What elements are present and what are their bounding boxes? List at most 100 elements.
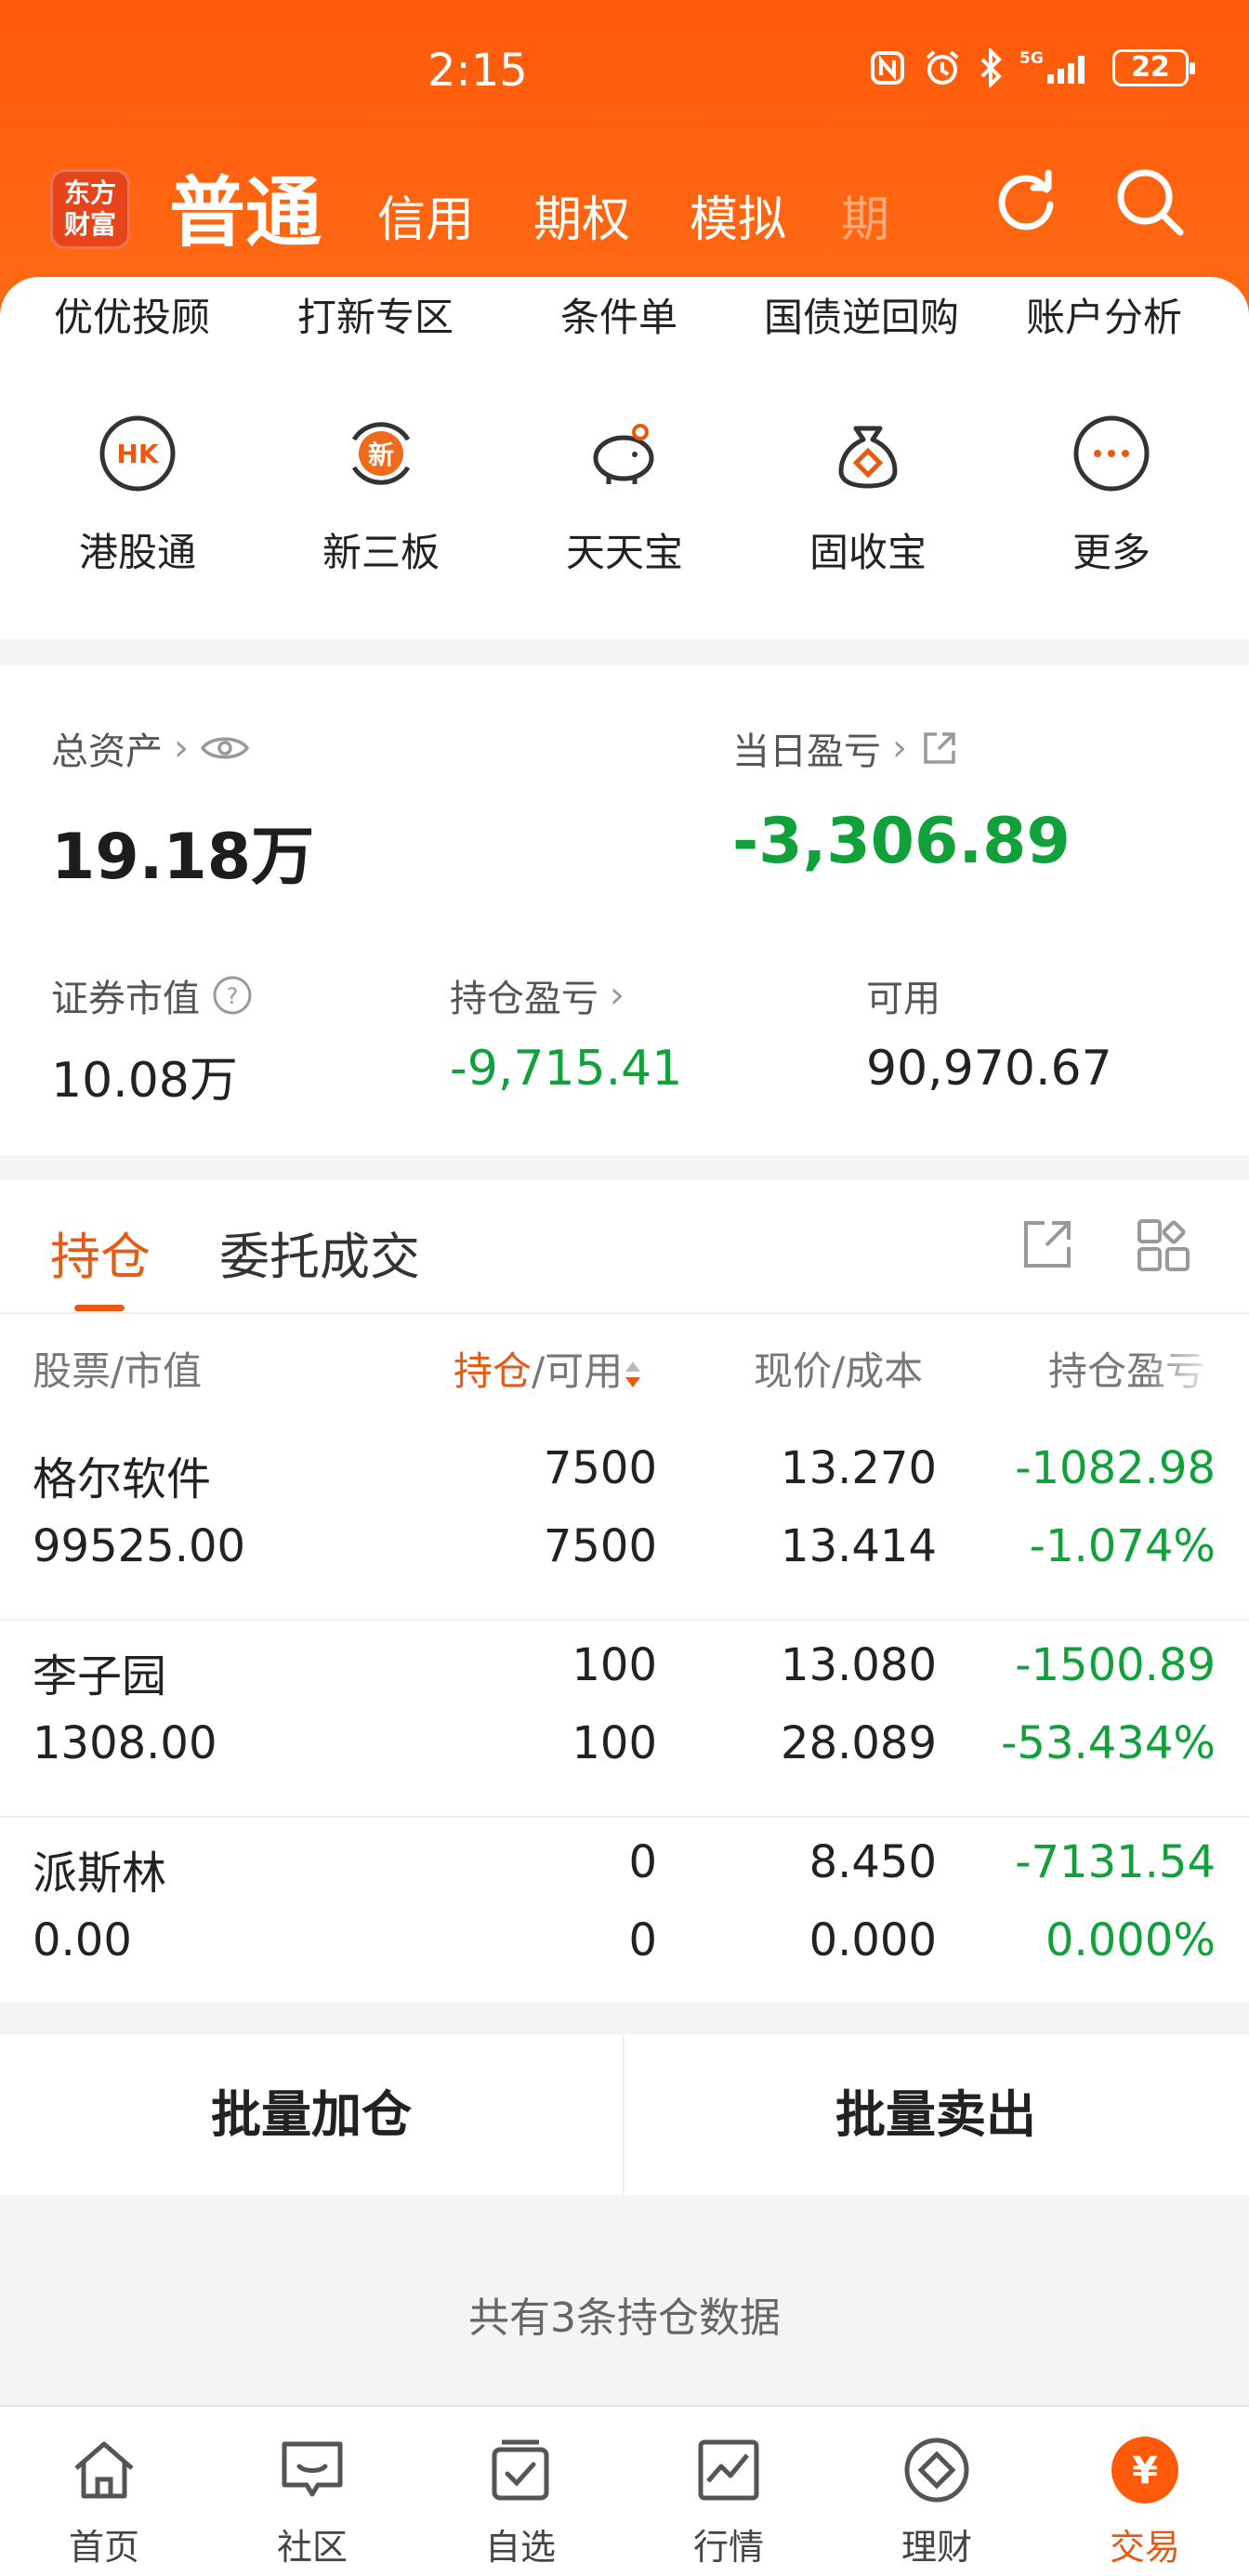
position-pl-percent: 0.000%	[1045, 1914, 1216, 1966]
market-icon	[698, 2439, 759, 2501]
svg-text:¥: ¥	[1132, 2450, 1158, 2492]
position-pl-value: -9,715.41	[450, 1041, 683, 1097]
status-time: 2:15	[427, 45, 528, 97]
stock-market-value: 0.00	[33, 1914, 132, 1966]
nav-trade[interactable]: ¥ 交易	[1041, 2433, 1249, 2569]
app-logo: 东方 财富	[50, 169, 130, 249]
cost-price: 0.000	[809, 1914, 937, 1966]
tab-futures[interactable]: 期	[841, 180, 889, 250]
tab-simulated[interactable]: 模拟	[690, 180, 786, 250]
money-bag-icon	[838, 426, 898, 489]
menu-item-account-analysis[interactable]: 账户分析	[1026, 286, 1182, 343]
new-board-icon: 新	[351, 422, 411, 485]
column-holding-sort[interactable]: 持仓/可用	[454, 1340, 643, 1397]
tab-positions[interactable]: 持仓	[50, 1216, 151, 1289]
table-row[interactable]: 格尔软件 99525.00 7500 7500 13.270 13.414 -1…	[0, 1424, 1249, 1621]
refresh-icon[interactable]	[989, 164, 1063, 238]
svg-text:5G: 5G	[1019, 49, 1044, 68]
stock-name: 李子园	[33, 1650, 167, 1702]
batch-actions: 批量加仓 批量卖出	[0, 2035, 1249, 2195]
holding-qty: 100	[572, 1639, 657, 1691]
position-pl-percent: -1.074%	[1029, 1520, 1216, 1572]
securities-value: 10.08万	[51, 1053, 238, 1109]
external-link-icon[interactable]	[918, 727, 961, 769]
menu-item-reverse-repo[interactable]: 国债逆回购	[764, 286, 959, 343]
alarm-icon	[926, 50, 959, 85]
available-value: 90,970.67	[866, 1041, 1112, 1097]
menu-item-new-third-board[interactable]: 新 新三板	[279, 412, 483, 578]
menu-item-hk-connect[interactable]: HK 港股通	[35, 412, 240, 578]
nav-market[interactable]: 行情	[624, 2433, 833, 2569]
position-pl-percent: -53.434%	[1001, 1717, 1216, 1769]
tab-normal[interactable]: 普通	[169, 151, 322, 261]
nfc-icon	[871, 51, 904, 85]
eye-icon[interactable]	[200, 732, 250, 764]
signal-5g-icon: 5G	[1019, 49, 1085, 84]
available-qty: 100	[572, 1717, 657, 1769]
menu-item-more[interactable]: 更多	[1009, 412, 1214, 578]
table-row[interactable]: 李子园 1308.00 100 100 13.080 28.089 -1500.…	[0, 1621, 1249, 1818]
icon-menu-row: HK 港股通 新 新三板 天天宝 固收宝 更多	[0, 412, 1249, 598]
position-pl: -1500.89	[1015, 1639, 1216, 1691]
nav-wealth[interactable]: 理财	[833, 2433, 1041, 2569]
positions-count-text: 共有3条持仓数据	[468, 2294, 781, 2342]
share-icon[interactable]	[1020, 1217, 1074, 1271]
trade-icon: ¥	[1111, 2437, 1178, 2504]
total-assets-value: 19.18万	[51, 821, 315, 894]
batch-add-button[interactable]: 批量加仓	[0, 2035, 623, 2195]
bluetooth-icon	[980, 48, 1002, 87]
daily-pl-label[interactable]: 当日盈亏 ›	[732, 721, 961, 775]
table-row[interactable]: 派斯林 0.00 0 0 8.450 0.000 -7131.54 0.000%	[0, 1818, 1249, 2015]
menu-item-advisor[interactable]: 优优投顾	[54, 286, 210, 343]
svg-text:HK: HK	[116, 439, 159, 469]
tab-orders[interactable]: 委托成交	[219, 1216, 420, 1289]
quick-menu-card: 优优投顾 打新专区 条件单 国债逆回购 账户分析 HK 港股通 新 新三板 天天…	[0, 277, 1249, 639]
svg-text:新: 新	[368, 440, 394, 470]
current-price: 8.450	[809, 1836, 937, 1888]
total-assets-label[interactable]: 总资产 ›	[51, 721, 250, 775]
piggy-bank-icon	[593, 424, 654, 484]
menu-item-ipo[interactable]: 打新专区	[297, 286, 454, 343]
status-icons: 5G 22	[869, 48, 1195, 87]
community-icon	[282, 2441, 343, 2497]
position-pl-label[interactable]: 持仓盈亏 ›	[450, 968, 624, 1022]
account-tabs-row: 东方 财富 普通 信用 期权 模拟 期	[0, 149, 1249, 269]
batch-sell-button[interactable]: 批量卖出	[624, 2035, 1247, 2195]
securities-value-label[interactable]: 证券市值 ?	[51, 968, 254, 1022]
status-bar: 2:15 5G 22	[0, 0, 1249, 139]
menu-item-gushoubao[interactable]: 固收宝	[766, 412, 970, 578]
nav-home[interactable]: 首页	[0, 2433, 208, 2569]
stock-market-value: 99525.00	[33, 1520, 246, 1572]
cost-price: 28.089	[781, 1717, 937, 1769]
position-pl: -1082.98	[1015, 1442, 1216, 1494]
asset-summary: 总资产 › 19.18万 当日盈亏 › -3,306.89 证券市值 ? 10.…	[0, 665, 1249, 1155]
available-qty: 0	[628, 1914, 657, 1966]
available-label: 可用	[866, 978, 940, 1020]
cost-price: 13.414	[781, 1520, 937, 1572]
current-price: 13.080	[781, 1639, 937, 1691]
menu-item-tiantianbao[interactable]: 天天宝	[522, 412, 727, 578]
divider	[0, 1312, 1249, 1314]
tab-options[interactable]: 期权	[533, 180, 630, 250]
current-price: 13.270	[781, 1442, 937, 1494]
stock-name: 格尔软件	[33, 1453, 212, 1505]
search-icon[interactable]	[1111, 164, 1190, 242]
watchlist-icon	[492, 2439, 549, 2501]
nav-community[interactable]: 社区	[208, 2433, 416, 2569]
bottom-nav: 首页 社区 自选 行情 理财 ¥ 交易	[0, 2405, 1249, 2576]
sort-icon	[625, 1360, 641, 1387]
daily-pl-value: -3,306.89	[732, 805, 1071, 878]
active-tab-indicator	[74, 1305, 125, 1311]
chevron-right-icon: ›	[610, 974, 624, 1017]
menu-item-condition-order[interactable]: 条件单	[560, 286, 677, 343]
column-price-cost: 现价/成本	[754, 1348, 924, 1394]
help-icon[interactable]: ?	[211, 974, 254, 1017]
hk-icon: HK	[99, 415, 176, 492]
position-pl: -7131.54	[1015, 1836, 1216, 1888]
holding-qty: 7500	[543, 1442, 657, 1494]
holding-qty: 0	[628, 1836, 657, 1888]
tab-credit[interactable]: 信用	[377, 180, 474, 250]
stock-name: 派斯林	[33, 1847, 167, 1899]
nav-watchlist[interactable]: 自选	[416, 2433, 624, 2569]
grid-view-icon[interactable]	[1136, 1217, 1191, 1273]
